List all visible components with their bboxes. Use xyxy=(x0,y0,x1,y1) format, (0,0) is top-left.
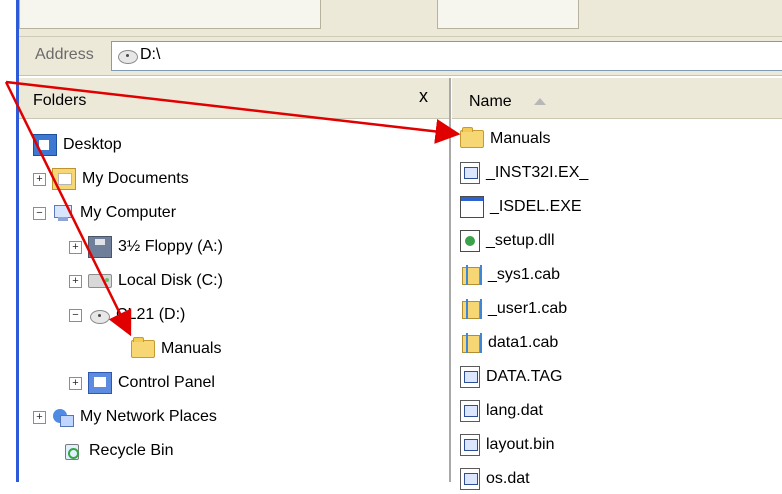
arrow-to-manuals-file xyxy=(5,80,461,144)
arrow-to-manuals-tree xyxy=(4,81,132,337)
annotation-arrows xyxy=(4,80,461,337)
